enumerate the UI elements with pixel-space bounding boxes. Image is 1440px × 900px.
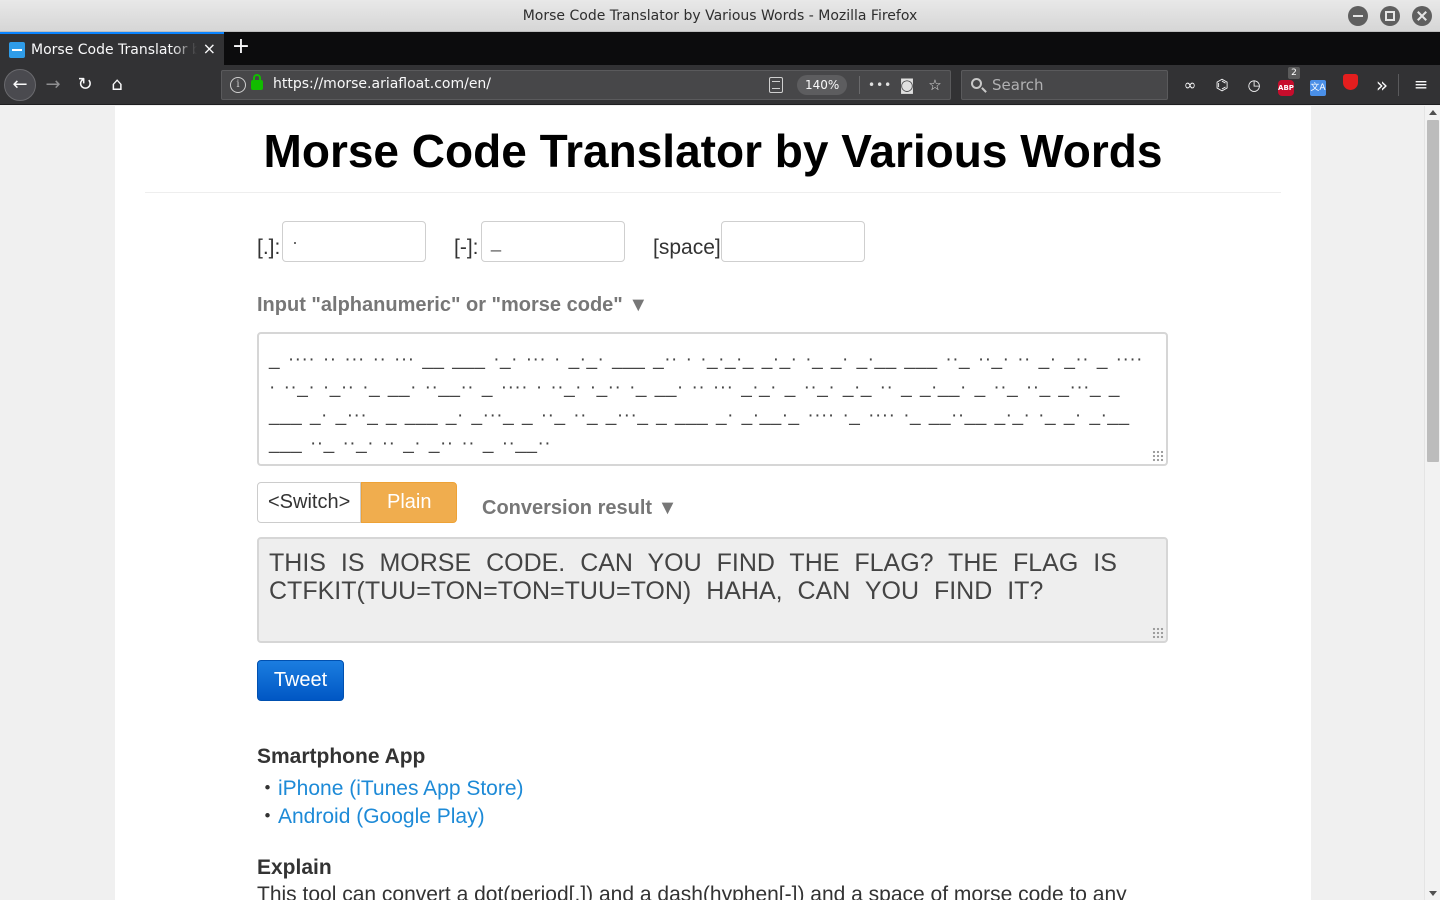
bullet: ・ [257, 777, 278, 800]
pocket-icon[interactable]: ◙ [896, 74, 918, 96]
iphone-app-link[interactable]: iPhone (iTunes App Store) [278, 777, 524, 800]
window-controls [1348, 6, 1432, 26]
window-titlebar: Morse Code Translator by Various Words -… [0, 0, 1440, 32]
adblock-icon[interactable]: ABP 2 [1274, 67, 1300, 97]
conversion-result-text: THIS IS MORSE CODE. CAN YOU FIND THE FLA… [269, 549, 1117, 605]
close-tab-icon[interactable]: × [203, 40, 216, 58]
resize-grip-icon[interactable] [1152, 627, 1164, 639]
adblock-logo: ABP [1278, 80, 1294, 96]
android-app-item: ・Android (Google Play) [257, 800, 485, 830]
zoom-level-indicator[interactable]: 140% [797, 75, 848, 95]
navigation-toolbar: ← → ↻ ⌂ i https://morse.ariafloat.com/en… [0, 65, 1440, 105]
translate-logo: 文A [1310, 80, 1326, 96]
iphone-app-item: ・iPhone (iTunes App Store) [257, 772, 524, 802]
ublock-icon[interactable] [1338, 73, 1362, 97]
new-tab-button[interactable]: + [229, 35, 253, 59]
url-bar[interactable]: i https://morse.ariafloat.com/en/ 140% •… [221, 70, 951, 100]
history-icon[interactable]: ◷ [1242, 73, 1266, 97]
scroll-down-arrow-icon[interactable] [1429, 891, 1437, 896]
page-viewport: Morse Code Translator by Various Words [… [0, 106, 1424, 900]
resize-grip-icon[interactable] [1152, 450, 1164, 462]
plain-button[interactable]: Plain [361, 482, 458, 523]
search-placeholder: Search [992, 76, 1044, 94]
page-content: Morse Code Translator by Various Words [… [115, 106, 1311, 900]
reload-icon[interactable]: ↻ [71, 71, 99, 99]
android-app-link[interactable]: Android (Google Play) [278, 805, 485, 828]
tab-morse-translator[interactable]: Morse Code Translator by Various Words × [0, 32, 224, 65]
conversion-result-toggle[interactable]: Conversion result ▼ [482, 497, 677, 520]
dot-symbol-input[interactable]: · [282, 221, 426, 262]
translate-icon[interactable]: 文A [1306, 73, 1330, 97]
home-icon[interactable]: ⌂ [103, 71, 131, 99]
window-title: Morse Code Translator by Various Words -… [522, 7, 918, 24]
adblock-count-badge: 2 [1288, 67, 1300, 79]
reader-view-icon[interactable] [769, 77, 783, 93]
search-bar[interactable]: Search [961, 70, 1168, 100]
bookmark-star-icon[interactable]: ☆ [924, 74, 946, 96]
page-actions-icon[interactable]: ••• [868, 74, 891, 96]
page-title: Morse Code Translator by Various Words [263, 125, 1163, 177]
input-section-toggle[interactable]: Input "alphanumeric" or "morse code" ▼ [257, 294, 648, 317]
forward-arrow-icon[interactable]: → [39, 71, 67, 99]
toolbar-separator [1398, 74, 1399, 96]
switch-button[interactable]: <Switch> [257, 482, 362, 523]
back-arrow-icon[interactable]: ← [4, 69, 36, 101]
dash-label: [-]: [454, 236, 479, 259]
urlbar-separator [859, 76, 860, 94]
mask-icon[interactable]: ∞ [1178, 73, 1202, 97]
bullet: ・ [257, 805, 278, 828]
explain-heading: Explain [257, 856, 332, 879]
lock-icon [251, 74, 263, 90]
info-icon[interactable]: i [230, 77, 246, 93]
hamburger-menu-icon[interactable]: ≡ [1409, 73, 1433, 97]
library-icon[interactable]: ⌬ [1210, 73, 1234, 97]
title-divider [145, 192, 1281, 193]
overflow-icon[interactable]: » [1370, 73, 1394, 97]
close-window-button[interactable] [1412, 6, 1432, 26]
mode-button-group: <Switch> Plain [257, 482, 458, 523]
url-text[interactable]: https://morse.ariafloat.com/en/ [273, 76, 491, 92]
search-icon [971, 78, 982, 89]
maximize-window-button[interactable] [1380, 6, 1400, 26]
scroll-up-arrow-icon[interactable] [1429, 110, 1437, 115]
minimize-window-button[interactable] [1348, 6, 1368, 26]
space-symbol-input[interactable] [721, 221, 865, 262]
tab-strip: Morse Code Translator by Various Words ×… [0, 32, 1440, 65]
dot-label: [.]: [257, 236, 281, 259]
space-label: [space] [653, 236, 721, 259]
page-scrollbar[interactable] [1424, 106, 1440, 900]
tweet-button[interactable]: Tweet [257, 660, 344, 701]
dash-symbol-input[interactable]: _ [481, 221, 625, 262]
morse-input-text: _ ···· ·· ··· ·· ··· __ ___ ·_· ··· · _·… [269, 349, 1143, 454]
morse-input-textarea[interactable]: _ ···· ·· ··· ·· ··· __ ___ ·_· ··· · _·… [257, 332, 1168, 466]
explain-paragraph: This tool can convert a dot(period[.]) a… [257, 883, 1127, 900]
conversion-result-textarea[interactable]: THIS IS MORSE CODE. CAN YOU FIND THE FLA… [257, 537, 1168, 643]
scrollbar-thumb[interactable] [1427, 120, 1439, 462]
smartphone-app-heading: Smartphone App [257, 745, 426, 768]
tab-label: Morse Code Translator by Various Words [31, 41, 197, 58]
site-favicon-icon [9, 41, 25, 58]
